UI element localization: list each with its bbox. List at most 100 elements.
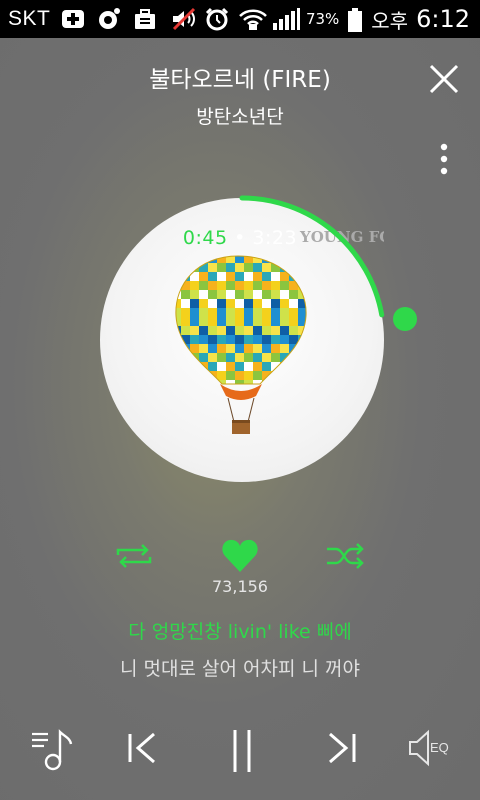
balloon-pattern-cell xyxy=(190,281,199,290)
balloon-pattern-cell xyxy=(190,326,199,335)
lyric-next-line[interactable]: 니 멋대로 살어 어차피 니 꺼야 xyxy=(0,654,480,681)
balloon-pattern-cell xyxy=(289,317,298,326)
balloon-pattern-cell xyxy=(253,326,262,335)
balloon-pattern-cell xyxy=(190,362,199,371)
seek-knob[interactable] xyxy=(392,307,417,332)
balloon-pattern-cell xyxy=(235,281,244,290)
balloon-pattern-cell xyxy=(307,317,316,326)
balloon-pattern-cell xyxy=(289,308,298,317)
balloon-pattern-cell xyxy=(298,281,307,290)
balloon-pattern-cell xyxy=(298,353,307,362)
balloon-pattern-cell xyxy=(235,299,244,308)
balloon-pattern-cell xyxy=(280,256,289,263)
balloon-pattern-cell xyxy=(244,353,253,362)
balloon-pattern-cell xyxy=(235,326,244,335)
balloon-pattern-cell xyxy=(307,389,316,398)
lyric-current-line[interactable]: 다 엉망진창 livin' like 삐에 xyxy=(0,617,480,644)
balloon-pattern-cell xyxy=(244,308,253,317)
balloon-pattern-cell xyxy=(262,299,271,308)
balloon-pattern-cell xyxy=(190,371,199,380)
balloon-pattern-cell xyxy=(181,317,190,326)
balloon-pattern-cell xyxy=(271,353,280,362)
balloon-pattern-cell xyxy=(307,380,316,389)
balloon-pattern-cell xyxy=(175,344,181,353)
balloon-pattern-cell xyxy=(175,353,181,362)
balloon-pattern-cell xyxy=(280,308,289,317)
elapsed-time: 0:45 xyxy=(182,227,228,249)
balloon-pattern-cell xyxy=(208,371,217,380)
balloon-pattern-cell xyxy=(307,299,316,308)
artist-name[interactable]: 방탄소년단 xyxy=(0,102,480,129)
heart-icon xyxy=(222,539,258,572)
balloon-pattern-cell xyxy=(199,389,208,398)
balloon-pattern-cell xyxy=(271,362,280,371)
repeat-icon xyxy=(116,544,152,568)
balloon-pattern-cell xyxy=(289,326,298,335)
balloon-pattern-cell xyxy=(298,371,307,380)
balloon-pattern-cell xyxy=(253,281,262,290)
balloon-pattern-cell xyxy=(175,281,181,290)
repeat-button[interactable] xyxy=(114,542,154,570)
balloon-pattern-cell xyxy=(244,317,253,326)
playlist-button[interactable] xyxy=(30,728,76,772)
balloon-pattern-cell xyxy=(181,290,190,299)
balloon-pattern-cell xyxy=(271,317,280,326)
balloon-pattern-cell xyxy=(190,317,199,326)
balloon-pattern-cell xyxy=(208,263,217,272)
song-title: 불타오르네 (FIRE) xyxy=(149,67,331,93)
balloon-pattern-cell xyxy=(289,299,298,308)
equalizer-button[interactable]: EQ xyxy=(408,728,454,768)
balloon-pattern-cell xyxy=(208,299,217,308)
balloon-pattern-cell xyxy=(235,308,244,317)
balloon-pattern-cell xyxy=(244,371,253,380)
pause-button[interactable] xyxy=(229,728,255,774)
balloon-pattern-cell xyxy=(307,371,316,380)
balloon-pattern-cell xyxy=(298,256,307,263)
balloon-pattern-cell xyxy=(262,362,271,371)
next-button[interactable] xyxy=(326,728,358,768)
balloon-pattern-cell xyxy=(244,299,253,308)
balloon-pattern-cell xyxy=(307,326,316,335)
balloon-pattern-cell xyxy=(199,380,208,384)
balloon-pattern-cell xyxy=(217,290,226,299)
balloon-pattern-cell xyxy=(226,308,235,317)
balloon-pattern-cell xyxy=(271,308,280,317)
balloon-pattern-cell xyxy=(280,326,289,335)
shuffle-button[interactable] xyxy=(325,542,365,570)
playlist-music-icon xyxy=(32,729,73,771)
circle-notification-icon xyxy=(96,7,122,31)
balloon-pattern-cell xyxy=(244,344,253,353)
more-options-button[interactable] xyxy=(434,142,454,180)
balloon-pattern-cell xyxy=(190,389,199,398)
balloon-pattern-cell xyxy=(175,256,181,263)
balloon-pattern-cell xyxy=(190,380,199,384)
close-button[interactable] xyxy=(427,62,461,96)
balloon-pattern-cell xyxy=(226,335,235,344)
balloon-pattern-cell xyxy=(226,353,235,362)
balloon-pattern-cell xyxy=(172,389,181,398)
clock-time: 6:12 xyxy=(416,5,470,33)
balloon-pattern-cell xyxy=(271,299,280,308)
total-duration: 3:23 xyxy=(252,227,298,249)
balloon-pattern-cell xyxy=(181,308,190,317)
balloon-pattern-cell xyxy=(253,272,262,281)
balloon-pattern-cell xyxy=(244,326,253,335)
balloon-pattern-cell xyxy=(208,389,217,398)
balloon-pattern-cell xyxy=(253,308,262,317)
status-bar: SKT 73% 오후 6:12 xyxy=(0,0,480,38)
playback-time: 0:45 • 3:23 xyxy=(0,227,480,249)
balloon-pattern-cell xyxy=(199,317,208,326)
balloon-pattern-cell xyxy=(217,326,226,335)
balloon-pattern-cell xyxy=(226,263,235,272)
balloon-pattern-cell xyxy=(271,272,280,281)
balloon-pattern-cell xyxy=(235,362,244,371)
balloon-pattern-cell xyxy=(199,281,208,290)
balloon-pattern-cell xyxy=(298,344,307,353)
like-button[interactable] xyxy=(220,538,260,574)
balloon-pattern-cell xyxy=(235,371,244,380)
shuffle-icon xyxy=(327,543,364,569)
previous-icon xyxy=(128,732,155,764)
previous-button[interactable] xyxy=(126,728,158,768)
balloon-pattern-cell xyxy=(217,281,226,290)
balloon-pattern-cell xyxy=(175,272,181,281)
